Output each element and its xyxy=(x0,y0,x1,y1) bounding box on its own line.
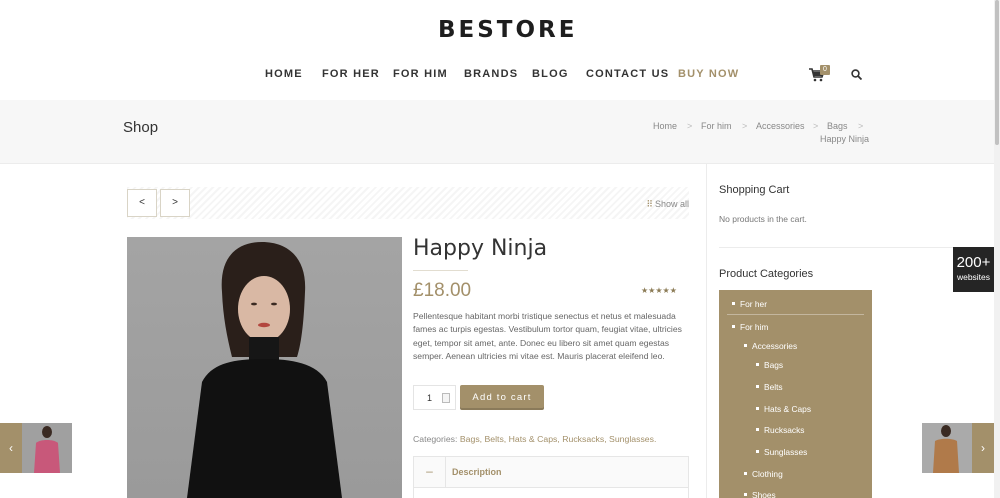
category-divider xyxy=(727,314,864,315)
category-hats-caps[interactable]: Hats & Caps xyxy=(755,404,811,414)
quantity-value: 1 xyxy=(427,393,433,403)
description-tab-label: Description xyxy=(452,467,502,477)
rating-stars: ★★★★★ xyxy=(641,286,677,295)
add-to-cart-button[interactable]: Add to cart xyxy=(460,385,544,410)
show-all-label: Show all xyxy=(654,199,689,209)
nav-contact-us[interactable]: CONTACT US xyxy=(586,68,669,80)
category-for-her[interactable]: For her xyxy=(732,299,767,309)
main-nav: HOME FOR HER FOR HIM BRANDS BLOG CONTACT… xyxy=(0,68,1000,82)
next-product-thumbnail[interactable] xyxy=(922,423,972,473)
collapse-icon[interactable]: – xyxy=(414,457,446,487)
breadcrumb-separator: > xyxy=(813,121,819,131)
categories-label: Categories: xyxy=(413,434,458,444)
category-accessories[interactable]: Accessories xyxy=(743,341,797,351)
product-categories: Categories: Bags, Belts, Hats & Caps, Ru… xyxy=(413,434,656,444)
next-product-flyout[interactable]: › xyxy=(922,423,994,473)
search-icon[interactable] xyxy=(851,69,862,80)
quantity-stepper[interactable]: 1 xyxy=(413,385,456,410)
breadcrumb-separator: > xyxy=(742,121,748,131)
category-shoes[interactable]: Shoes xyxy=(744,490,776,498)
description-tab-panel xyxy=(413,487,689,498)
breadcrumb-home[interactable]: Home xyxy=(653,121,677,131)
previous-product-thumbnail[interactable] xyxy=(22,423,72,473)
nav-for-him[interactable]: FOR HIM xyxy=(393,68,448,80)
nav-brands[interactable]: BRANDS xyxy=(464,68,518,80)
next-product-button[interactable]: > xyxy=(160,189,190,217)
scrollbar-thumb[interactable] xyxy=(995,0,999,145)
show-all-link[interactable]: ⠿ Show all xyxy=(646,199,689,210)
product-photo xyxy=(187,242,342,498)
category-for-him[interactable]: For him xyxy=(731,322,768,332)
category-belts[interactable]: Belts xyxy=(756,382,783,392)
page-title-bar: Shop Home > For him > Accessories > Bags… xyxy=(0,100,1000,164)
product-title: Happy Ninja xyxy=(413,236,548,261)
breadcrumb-separator: > xyxy=(858,121,864,131)
nav-for-her[interactable]: FOR HER xyxy=(322,68,380,80)
category-sunglasses[interactable]: Sunglasses xyxy=(755,447,807,457)
websites-count-widget[interactable]: 200+ websites xyxy=(953,247,994,292)
previous-product-flyout[interactable]: ‹ xyxy=(0,423,72,473)
breadcrumb-accessories[interactable]: Accessories xyxy=(756,121,805,131)
prev-product-button[interactable]: < xyxy=(127,189,157,217)
category-rucksacks[interactable]: Rucksacks xyxy=(756,425,805,435)
site-header: BESTORE HOME FOR HER FOR HIM BRANDS BLOG… xyxy=(0,0,1000,100)
chevron-right-icon: > xyxy=(172,197,178,208)
page-scrollbar[interactable] xyxy=(994,0,1000,498)
next-product-photo xyxy=(922,423,972,473)
category-clothing[interactable]: Clothing xyxy=(744,469,783,479)
widget-label: websites xyxy=(956,272,991,282)
nav-blog[interactable]: BLOG xyxy=(532,68,569,80)
logo-text: BESTORE xyxy=(438,17,578,43)
cart-empty-text: No products in the cart. xyxy=(719,214,807,224)
grid-icon: ⠿ xyxy=(646,199,653,209)
breadcrumb-for-him[interactable]: For him xyxy=(701,121,732,131)
breadcrumb: Home > For him > Accessories > Bags > Ha… xyxy=(640,121,880,151)
product-price: £18.00 xyxy=(413,280,472,301)
widget-count: 200+ xyxy=(956,254,991,271)
shopping-cart-title: Shopping Cart xyxy=(719,184,790,196)
site-logo[interactable]: BESTORE xyxy=(438,17,577,43)
description-tab[interactable]: – Description xyxy=(413,456,689,488)
product-categories-title: Product Categories xyxy=(719,268,814,280)
title-divider xyxy=(413,270,468,271)
page-title: Shop xyxy=(123,119,159,136)
product-description: Pellentesque habitant morbi tristique se… xyxy=(413,311,682,362)
breadcrumb-bags[interactable]: Bags xyxy=(827,121,848,131)
category-bags[interactable]: Bags xyxy=(755,360,783,370)
breadcrumb-separator: > xyxy=(687,121,693,131)
breadcrumb-current: Happy Ninja xyxy=(820,134,870,144)
nav-buy-now[interactable]: BUY NOW xyxy=(678,68,739,80)
product-image[interactable] xyxy=(127,237,402,498)
previous-product-photo xyxy=(22,423,72,473)
category-list: For her For him Accessories Bags Belts H… xyxy=(719,290,872,498)
chevron-left-icon: < xyxy=(139,197,145,208)
cart-count-badge: 0 xyxy=(820,65,830,75)
product-navigation: < > ⠿ Show all xyxy=(127,187,689,219)
chevron-left-icon[interactable]: ‹ xyxy=(0,423,22,473)
chevron-right-icon[interactable]: › xyxy=(972,423,994,473)
categories-links[interactable]: Bags, Belts, Hats & Caps, Rucksacks, Sun… xyxy=(460,434,657,444)
nav-home[interactable]: HOME xyxy=(265,68,303,80)
spinner-arrows-icon[interactable] xyxy=(442,393,450,403)
